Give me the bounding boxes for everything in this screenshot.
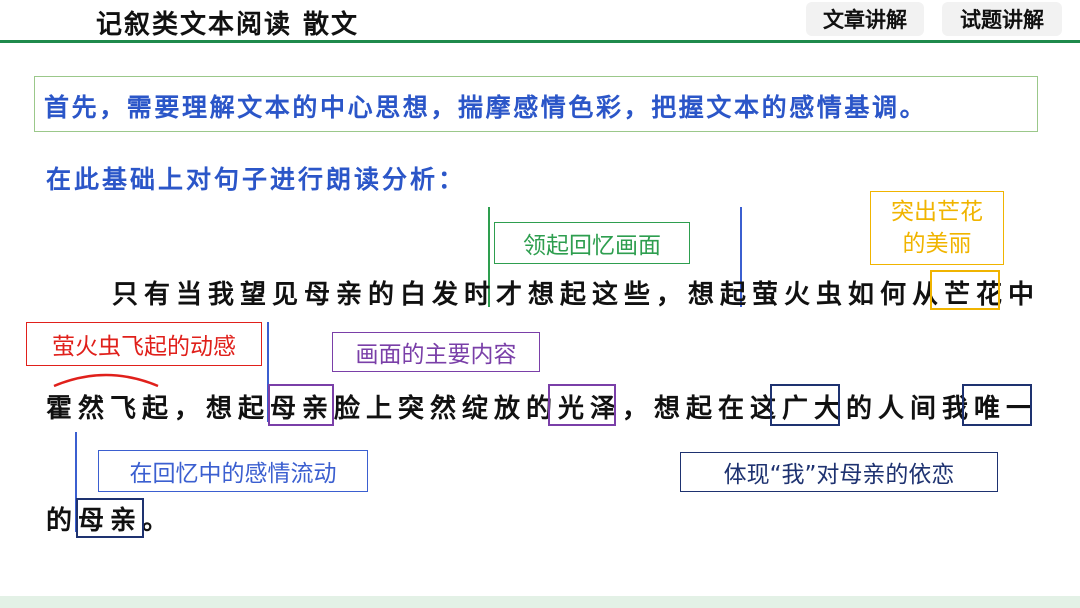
passage-line-1: 只有当我望见母亲的白发时才想起这些，想起萤火虫如何从芒花中: [112, 280, 1041, 310]
label-highlight-flower: 突出芒花 的美丽: [870, 191, 1004, 265]
highlight-manghua: [930, 270, 1000, 310]
intro-text: 首先，需要理解文本的中心思想，揣摩感情色彩，把握文本的感情基调。: [44, 93, 928, 122]
label-main-content: 画面的主要内容: [332, 332, 540, 372]
label-emotion-flow: 在回忆中的感情流动: [98, 450, 368, 492]
highlight-mother: [268, 384, 334, 426]
label-attachment-to-mother: 体现“我”对母亲的依恋: [680, 452, 998, 492]
label-highlight-flower-line2: 的美丽: [902, 231, 972, 257]
highlight-only: [962, 384, 1032, 426]
tab-article-explanation[interactable]: 文章讲解: [806, 2, 924, 36]
highlight-vast: [770, 384, 840, 426]
label-highlight-flower-line1: 突出芒花: [891, 199, 983, 225]
passage-line-2: 霍然飞起，想起母亲脸上突然绽放的光泽，想起在这广大的人间我唯一: [46, 394, 1039, 424]
header-divider: [0, 40, 1080, 43]
label-lead-memory: 领起回忆画面: [494, 222, 690, 264]
highlight-luster: [548, 384, 616, 426]
page-title: 记叙类文本阅读 散文: [96, 10, 360, 40]
label-firefly-motion: 萤火虫飞起的动感: [26, 322, 262, 366]
tab-question-explanation[interactable]: 试题讲解: [942, 2, 1062, 36]
footer-bar: [0, 596, 1080, 608]
highlight-mother-end: [76, 498, 144, 538]
subtitle-text: 在此基础上对句子进行朗读分析：: [46, 165, 467, 194]
